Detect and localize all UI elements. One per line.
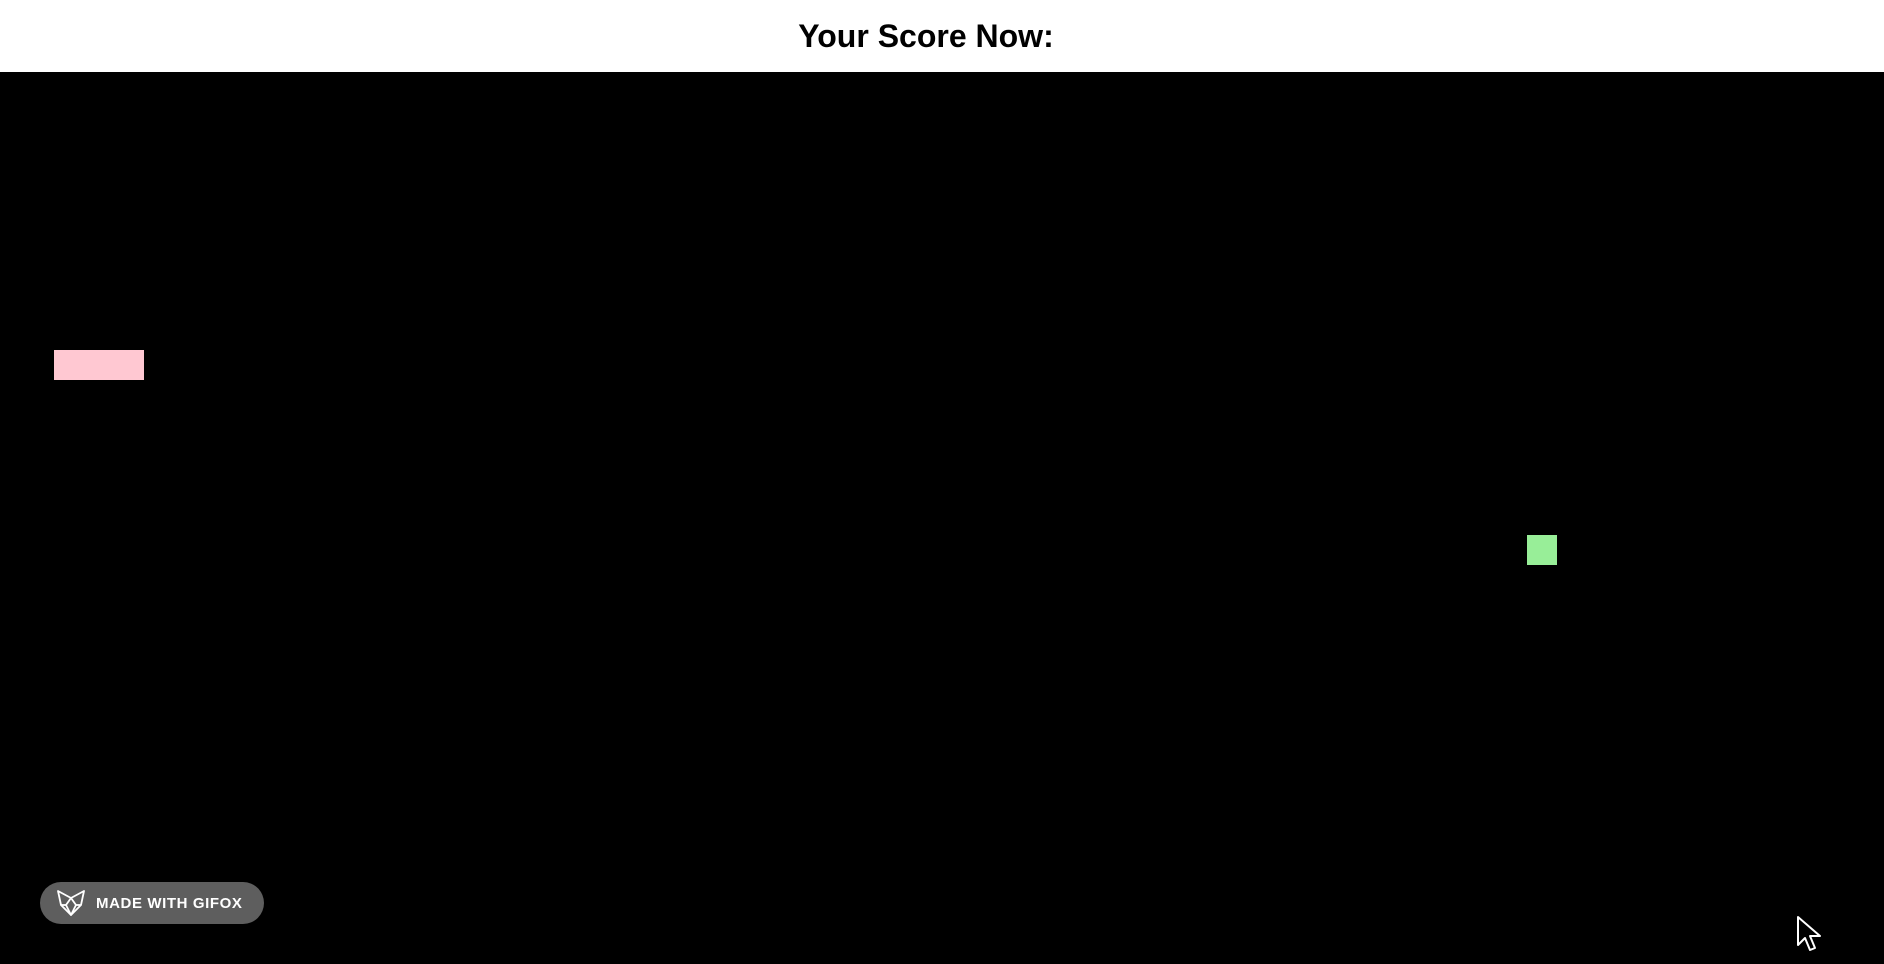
score-title: Your Score Now: (798, 17, 1054, 54)
food (1527, 535, 1557, 565)
snake (54, 350, 144, 380)
pointer-cursor-icon (1796, 915, 1822, 953)
game-canvas[interactable]: MADE WITH GIFOX (0, 72, 1884, 964)
gifox-label: MADE WITH GIFOX (96, 894, 243, 912)
fox-icon (56, 889, 86, 917)
score-header: Your Score Now: (0, 0, 1884, 72)
gifox-watermark: MADE WITH GIFOX (40, 882, 264, 924)
